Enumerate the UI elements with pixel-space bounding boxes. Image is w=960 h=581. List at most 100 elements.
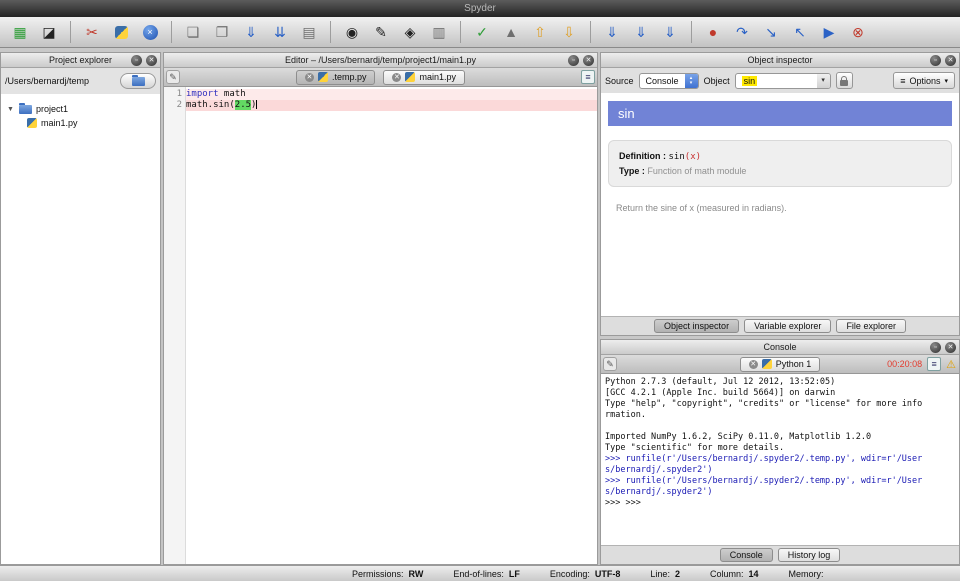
status-column: Column:14 [710, 569, 759, 579]
status-line: Line:2 [650, 569, 680, 579]
print-icon[interactable]: ▤ [299, 22, 319, 42]
undock-pane-icon[interactable]: ▫ [568, 55, 579, 66]
close-pane-icon[interactable]: ✕ [945, 55, 956, 66]
object-inspector-panel: Object inspector ▫ ✕ Source Console ▴▾ O… [600, 52, 960, 336]
tree-item-main1py[interactable]: main1.py [1, 116, 160, 130]
tab-object-inspector[interactable]: Object inspector [654, 319, 739, 333]
object-label: Object [704, 76, 730, 86]
python-icon[interactable] [111, 22, 131, 42]
lock-button[interactable] [836, 72, 853, 89]
new-file-icon[interactable]: ❏ [183, 22, 203, 42]
console-title: Console [763, 342, 796, 352]
find-in-files-icon[interactable]: ◈ [400, 22, 420, 42]
chevron-down-icon[interactable]: ▾ [817, 73, 830, 89]
tree-item-project1[interactable]: ▼ project1 [1, 102, 160, 116]
doc-description: Return the sine of x (measured in radian… [608, 203, 952, 213]
folder-icon [132, 77, 145, 86]
tab-python-1[interactable]: ✕ Python 1 [740, 357, 821, 372]
save-icon[interactable]: ⇓ [241, 22, 261, 42]
next-warning-icon[interactable]: ⇩ [559, 22, 579, 42]
close-tab-icon[interactable]: ✕ [749, 360, 758, 369]
close-tab-icon[interactable]: ✕ [305, 73, 314, 82]
source-select[interactable]: Console ▴▾ [639, 73, 699, 89]
console-line: [GCC 4.2.1 (Apple Inc. build 5664)] on d… [605, 388, 955, 399]
debug-icon[interactable]: ● [703, 22, 723, 42]
definition-name: sin [669, 152, 685, 162]
tab-history-log[interactable]: History log [778, 548, 841, 562]
code-line-2: math.sin(2.5) [186, 100, 597, 111]
status-bar: Permissions:RW End-of-lines:LF Encoding:… [0, 565, 960, 581]
status-label: Line: [650, 569, 670, 579]
environment-icon[interactable]: ≡ [927, 357, 941, 371]
spyder-logo-icon[interactable]: × [140, 22, 160, 42]
run-cell-icon[interactable]: ⇓ [660, 22, 680, 42]
code-editor[interactable]: 1 2 import math math.sin(2.5) [164, 87, 597, 564]
find-icon[interactable]: ◉ [342, 22, 362, 42]
tab-variable-explorer[interactable]: Variable explorer [744, 319, 831, 333]
warning-list-icon[interactable]: ▲ [501, 22, 521, 42]
console-line [605, 421, 955, 432]
console-output[interactable]: Python 2.7.3 (default, Jul 12 2012, 13:5… [601, 374, 959, 545]
step-return-icon[interactable]: ↖ [790, 22, 810, 42]
close-pane-icon[interactable]: ✕ [583, 55, 594, 66]
maximize-pane-icon[interactable]: ◪ [39, 22, 59, 42]
toolbar-separator [70, 21, 71, 43]
console-line: s/bernardj/.spyder2') [605, 487, 955, 498]
status-permissions: Permissions:RW [352, 569, 423, 579]
undock-pane-icon[interactable]: ▫ [930, 55, 941, 66]
layout-grid-icon[interactable]: ▦ [10, 22, 30, 42]
close-pane-icon[interactable]: ✕ [146, 55, 157, 66]
find-replace-icon[interactable]: ✎ [371, 22, 391, 42]
tab-file-explorer[interactable]: File explorer [836, 319, 906, 333]
undock-pane-icon[interactable]: ▫ [930, 342, 941, 353]
step-over-icon[interactable]: ↷ [732, 22, 752, 42]
tree-item-label: main1.py [41, 118, 78, 128]
options-label: Options [909, 76, 940, 86]
pen-icon[interactable]: ✎ [166, 70, 180, 84]
doc-title: sin [608, 101, 952, 126]
save-all-icon[interactable]: ⇊ [270, 22, 290, 42]
undock-pane-icon[interactable]: ▫ [131, 55, 142, 66]
definition-label: Definition : [619, 151, 666, 161]
stop-icon[interactable]: ⊗ [848, 22, 868, 42]
close-pane-icon[interactable]: ✕ [945, 342, 956, 353]
pen-icon[interactable]: ✎ [603, 357, 617, 371]
console-line: >>> >>> [605, 498, 955, 509]
stepper-icon[interactable]: ▴▾ [685, 73, 698, 89]
toolbar-separator [171, 21, 172, 43]
line-number: 1 [164, 89, 182, 100]
previous-warning-icon[interactable]: ⇧ [530, 22, 550, 42]
type-label: Type : [619, 166, 645, 176]
cut-icon[interactable]: ✂ [82, 22, 102, 42]
run-icon[interactable]: ⇓ [602, 22, 622, 42]
toolbar-separator [460, 21, 461, 43]
close-tab-icon[interactable]: ✕ [392, 73, 401, 82]
source-value: Console [640, 76, 685, 86]
chevron-down-icon[interactable]: ▼ [7, 106, 15, 113]
continue-icon[interactable]: ▶ [819, 22, 839, 42]
outline-icon[interactable]: ▥ [429, 22, 449, 42]
browse-folder-button[interactable] [120, 73, 156, 89]
lock-icon [840, 80, 848, 86]
options-button[interactable]: ≡ Options ▾ [893, 72, 955, 89]
run-selection-icon[interactable]: ⇓ [631, 22, 651, 42]
main-toolbar: ▦ ◪ ✂ × ❏ ❐ ⇓ ⇊ ▤ ◉ ✎ ◈ ▥ ✓ ▲ ⇧ ⇩ ⇓ ⇓ ⇓ … [0, 17, 960, 48]
object-combobox[interactable]: sin ▾ [735, 73, 831, 89]
tab-temp-py[interactable]: ✕ .temp.py [296, 70, 376, 85]
code-analysis-icon[interactable]: ✓ [472, 22, 492, 42]
editor-tabbar: ✎ ✕ .temp.py ✕ main1.py ≡ [164, 68, 597, 87]
code-area[interactable]: import math math.sin(2.5) [186, 87, 597, 564]
object-inspector-title: Object inspector [747, 55, 812, 65]
project-path: /Users/bernardj/temp [5, 76, 115, 86]
status-value: 14 [748, 569, 758, 579]
tab-main1-py[interactable]: ✕ main1.py [383, 70, 465, 85]
step-into-icon[interactable]: ↘ [761, 22, 781, 42]
tab-list-icon[interactable]: ≡ [581, 70, 595, 84]
object-inspector-content: sin Definition : sin(x) Type : Function … [601, 93, 959, 316]
open-file-icon[interactable]: ❐ [212, 22, 232, 42]
console-line: s/bernardj/.spyder2') [605, 465, 955, 476]
toolbar-separator [590, 21, 591, 43]
tab-console[interactable]: Console [720, 548, 773, 562]
code-token: math [219, 89, 246, 99]
project-tree: ▼ project1 main1.py [1, 94, 160, 564]
